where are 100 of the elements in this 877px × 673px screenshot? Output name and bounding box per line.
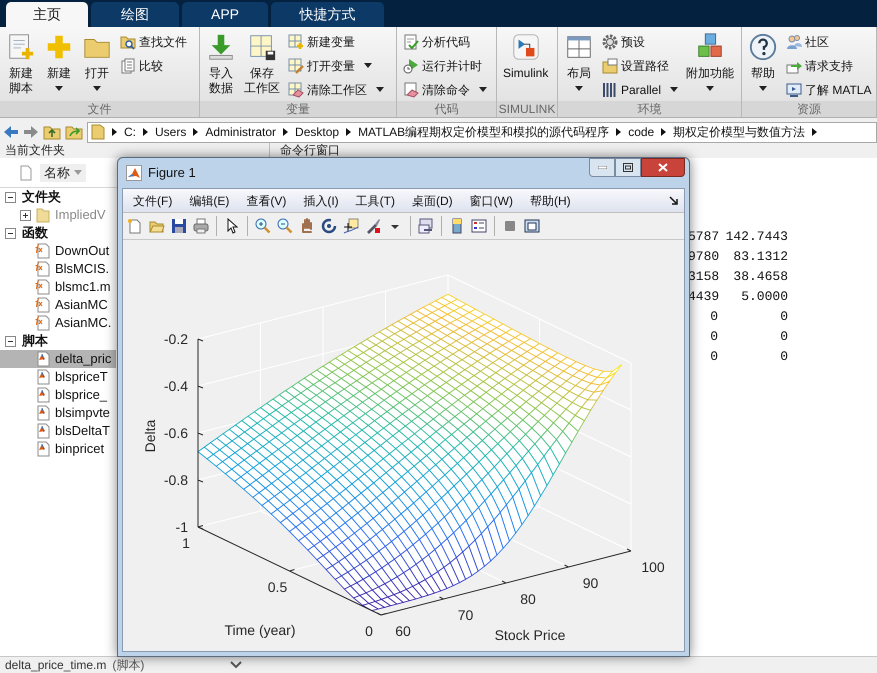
- eraser-icon: [403, 82, 419, 98]
- tick-label: -0.8: [164, 472, 188, 488]
- block-diagram-icon: [510, 32, 541, 62]
- ribbon-button[interactable]: 帮助: [746, 30, 780, 91]
- tick-label: 0.5: [268, 579, 288, 595]
- menu-item[interactable]: 帮助(H): [530, 192, 571, 210]
- menu-item[interactable]: 窗口(W): [470, 192, 513, 210]
- menu-item[interactable]: 编辑(E): [189, 192, 230, 210]
- file-item[interactable]: AsianMC: [0, 296, 116, 314]
- path-segment[interactable]: MATLAB编程期权定价模型和模拟的源代码程序: [358, 123, 610, 141]
- path-segment[interactable]: Desktop: [295, 123, 340, 141]
- file-item[interactable]: ImpliedV: [0, 206, 116, 224]
- menu-item[interactable]: 文件(F): [133, 192, 172, 210]
- ribbon-button[interactable]: 请求支持: [784, 55, 874, 76]
- ribbon-button[interactable]: 预设: [600, 31, 680, 52]
- file-item[interactable]: blsDeltaT: [0, 422, 116, 440]
- tick-label: -0.6: [164, 425, 188, 441]
- dock-arrow-icon[interactable]: [669, 196, 678, 205]
- ribbon-button[interactable]: 设置路径: [600, 55, 680, 76]
- ribbon-button[interactable]: 导入 数据: [204, 30, 238, 96]
- file-item[interactable]: blsimpvte: [0, 404, 116, 422]
- maximize-button[interactable]: [615, 158, 641, 177]
- expand-icon[interactable]: [20, 210, 31, 220]
- ribbon-button[interactable]: 打开变量: [286, 55, 386, 76]
- tab[interactable]: 绘图: [91, 2, 179, 27]
- square-icon[interactable]: [502, 218, 518, 234]
- tab[interactable]: 快捷方式: [271, 2, 384, 27]
- file-item[interactable]: BlsMCIS.: [0, 260, 116, 278]
- path-segment[interactable]: Administrator: [205, 123, 276, 141]
- legend-icon[interactable]: [471, 218, 487, 234]
- column-header[interactable]: 名称: [40, 164, 86, 182]
- hand-icon[interactable]: [299, 218, 315, 234]
- monitor-icon: [786, 82, 802, 98]
- menu-item[interactable]: 插入(I): [303, 192, 339, 210]
- linked-plots-icon[interactable]: [418, 218, 434, 234]
- file-item[interactable]: AsianMC.: [0, 314, 116, 332]
- ribbon-button[interactable]: 打开: [80, 30, 114, 91]
- file-item[interactable]: DownOut: [0, 242, 116, 260]
- ribbon-button[interactable]: 布局: [562, 30, 596, 91]
- back-arrow-icon[interactable]: [3, 124, 19, 140]
- window-title: Figure 1: [148, 164, 196, 182]
- axis-label: Delta: [142, 420, 158, 452]
- ribbon-button[interactable]: 运行并计时: [401, 55, 489, 76]
- collapse-icon[interactable]: [5, 336, 16, 346]
- ribbon-button[interactable]: 新建 脚本: [4, 30, 38, 96]
- rotate-icon[interactable]: [321, 218, 337, 234]
- path-segment[interactable]: C:: [124, 123, 136, 141]
- zoom-in-icon[interactable]: [255, 218, 271, 234]
- document-icon: [20, 164, 32, 180]
- printer-icon[interactable]: [193, 218, 209, 234]
- path-field[interactable]: C: Users Administrator Desktop MATLAB编程期权定价模型和模拟的源代码程序 code 期权定价模型与数值方法: [87, 122, 877, 142]
- ribbon-button[interactable]: 分析代码: [401, 31, 489, 52]
- path-segment[interactable]: 期权定价模型与数值方法: [673, 123, 806, 141]
- close-button[interactable]: [641, 158, 685, 177]
- tick-label: 60: [395, 623, 411, 639]
- ribbon-button[interactable]: 保存 工作区: [242, 30, 282, 96]
- output-value: 38.4658: [732, 269, 788, 285]
- menu-item[interactable]: 桌面(D): [412, 192, 453, 210]
- menu-item[interactable]: 工具(T): [356, 192, 395, 210]
- ribbon-button[interactable]: 社区: [784, 31, 874, 52]
- folder-browse-icon[interactable]: [65, 124, 83, 140]
- collapse-icon[interactable]: [5, 192, 16, 202]
- output-value: 0: [709, 349, 718, 365]
- ribbon-button[interactable]: 了解 MATLA: [784, 79, 874, 100]
- ribbon-button[interactable]: 查找文件: [118, 31, 189, 52]
- file-item[interactable]: delta_pric: [0, 350, 116, 368]
- ribbon-button[interactable]: 清除命令: [401, 79, 489, 100]
- path-segment[interactable]: Users: [155, 123, 186, 141]
- tab[interactable]: APP: [182, 2, 268, 27]
- folder-icon: [91, 124, 105, 140]
- ribbon-button[interactable]: Simulink: [501, 30, 550, 81]
- group-label: 代码: [397, 101, 496, 117]
- chevron-down-icon: [230, 661, 242, 669]
- tick-label: -0.4: [164, 378, 188, 394]
- brush-icon[interactable]: [365, 218, 381, 234]
- ribbon-button[interactable]: 清除工作区: [286, 79, 386, 100]
- ribbon-button[interactable]: 附加功能: [684, 30, 736, 91]
- ribbon-button[interactable]: Parallel: [600, 79, 680, 100]
- window-frame-icon[interactable]: [524, 218, 540, 234]
- minimize-button[interactable]: [589, 158, 615, 177]
- tab[interactable]: 主页: [6, 2, 88, 27]
- folder-up-icon[interactable]: [43, 124, 61, 140]
- collapse-icon[interactable]: [5, 228, 16, 238]
- menu-item[interactable]: 查看(V): [246, 192, 286, 210]
- file-item[interactable]: blsmc1.m: [0, 278, 116, 296]
- data-cursor-icon[interactable]: [343, 218, 359, 234]
- forward-arrow-icon[interactable]: [23, 124, 39, 140]
- ribbon-button[interactable]: 新建变量: [286, 31, 386, 52]
- file-item[interactable]: binpricet: [0, 440, 116, 458]
- ribbon-button[interactable]: 新建: [42, 30, 76, 91]
- caret-icon: [759, 86, 767, 91]
- chevron-right-icon: [112, 128, 117, 136]
- file-item[interactable]: blsprice_: [0, 386, 116, 404]
- path-segment[interactable]: code: [628, 123, 654, 141]
- tick-label: 1: [182, 535, 190, 551]
- script-file-icon: [35, 387, 51, 403]
- new-document-icon[interactable]: [127, 218, 143, 234]
- ribbon-button[interactable]: 比较: [118, 55, 189, 76]
- zoom-out-icon[interactable]: [277, 218, 293, 234]
- file-item[interactable]: blspriceT: [0, 368, 116, 386]
